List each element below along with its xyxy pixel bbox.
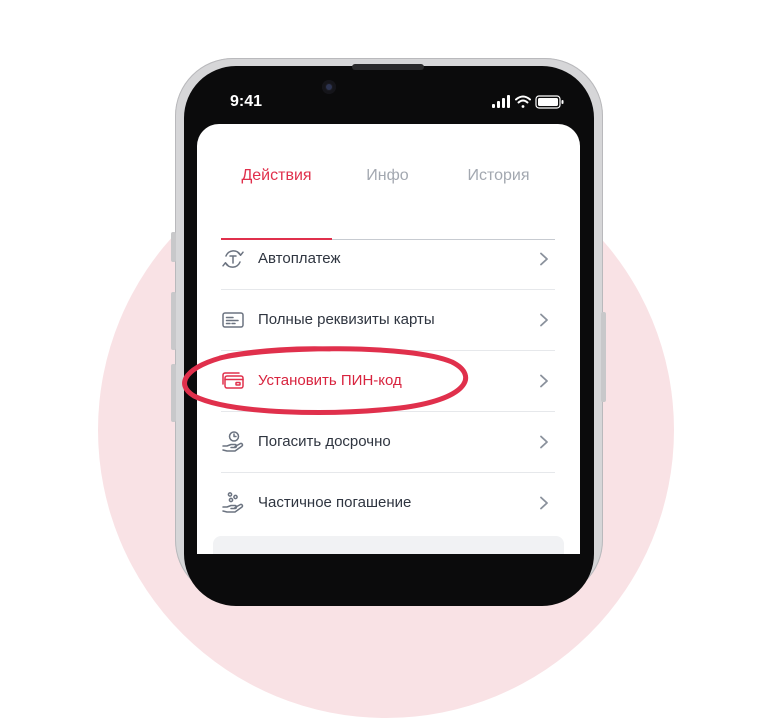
action-item-set-pin[interactable]: Установить ПИН-код — [221, 350, 555, 412]
phone-power-button — [601, 312, 606, 402]
chevron-right-icon — [539, 435, 549, 449]
status-time: 9:41 — [230, 93, 263, 110]
action-item-card-details[interactable]: Полные реквизиты карты — [221, 289, 555, 351]
tab-info[interactable]: Инфо — [332, 162, 443, 200]
action-label: Полные реквизиты карты — [258, 311, 435, 328]
wifi-icon — [515, 95, 531, 108]
phone-volume-up — [171, 292, 176, 350]
action-label: Погасить досрочно — [258, 433, 391, 450]
tab-bar: Действия Инфо История — [221, 162, 555, 240]
status-icons — [490, 95, 566, 109]
chevron-right-icon — [539, 252, 549, 266]
set-pin-card-icon — [221, 369, 245, 393]
front-camera — [322, 80, 336, 94]
autopay-icon — [221, 247, 245, 271]
tab-history[interactable]: История — [443, 162, 554, 200]
phone-speaker — [352, 64, 424, 70]
action-item-early-repayment[interactable]: Погасить досрочно — [221, 411, 555, 473]
phone-mute-switch — [171, 232, 176, 262]
action-item-autopay[interactable]: Автоплатеж — [221, 228, 555, 290]
action-label: Автоплатеж — [258, 250, 341, 267]
battery-icon — [535, 95, 564, 109]
signal-icon — [492, 95, 510, 108]
action-label: Установить ПИН-код — [258, 372, 402, 389]
action-item-partial-repayment[interactable]: Частичное погашение — [221, 472, 555, 533]
early-repayment-icon — [221, 430, 245, 454]
next-section-peek — [213, 536, 564, 554]
partial-repayment-icon — [221, 491, 245, 515]
action-label: Частичное погашение — [258, 494, 412, 511]
phone-volume-down — [171, 364, 176, 422]
chevron-right-icon — [539, 374, 549, 388]
app-screen: Действия Инфо История Автоплатеж Полные … — [197, 124, 580, 554]
chevron-right-icon — [539, 496, 549, 510]
chevron-right-icon — [539, 313, 549, 327]
card-details-icon — [221, 308, 245, 332]
tab-actions[interactable]: Действия — [221, 162, 332, 200]
